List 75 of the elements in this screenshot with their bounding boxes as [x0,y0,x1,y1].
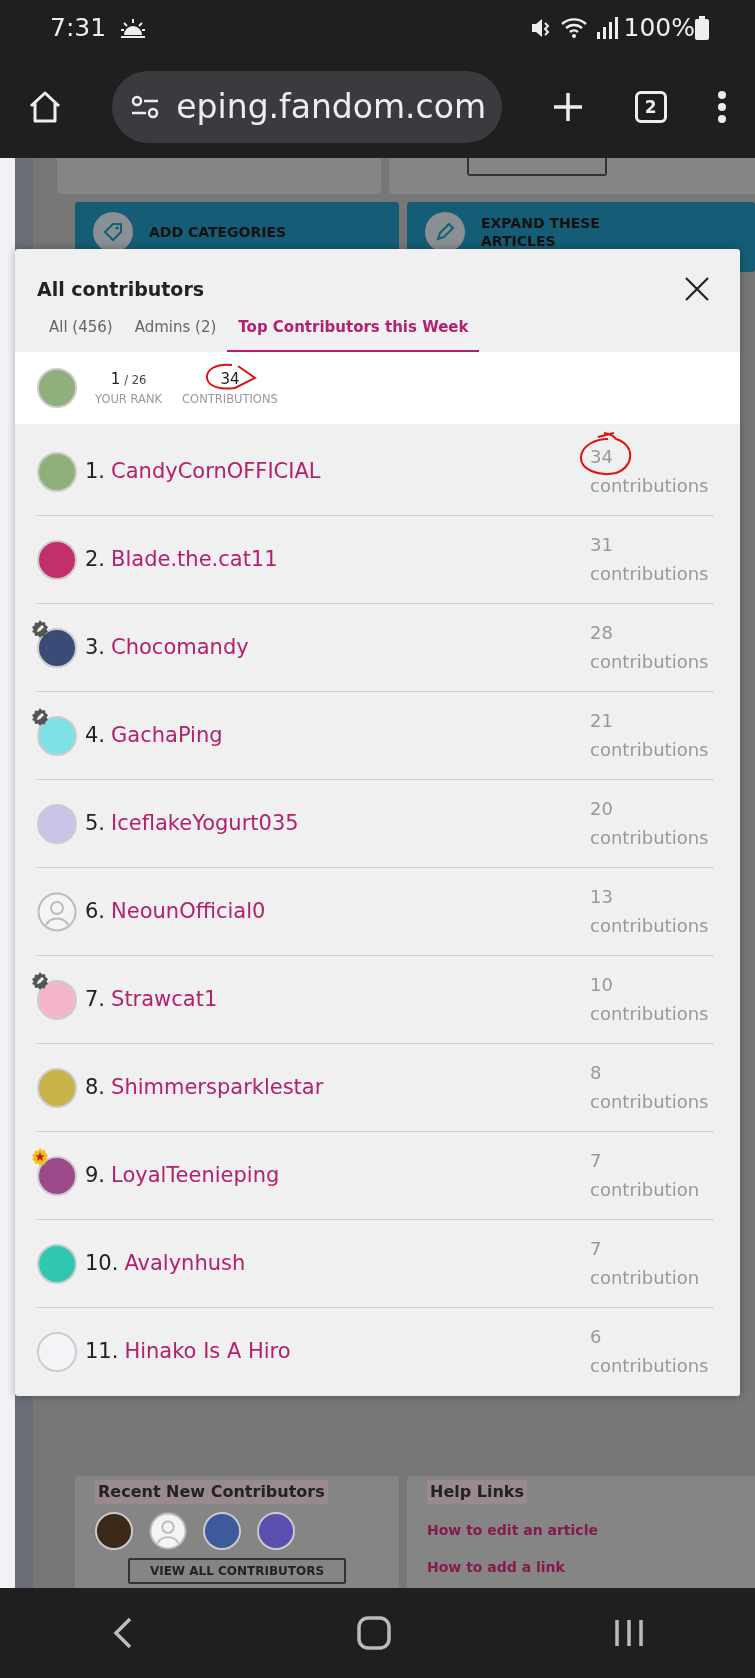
user-link[interactable]: LoyalTeenieping [111,1159,280,1192]
rank-number: 6. [85,897,106,925]
contribution-count: 10 [590,973,613,995]
user-link[interactable]: NeounOfficial0 [111,895,266,928]
modal-title: All contributors [37,277,205,302]
user-link[interactable]: IceflakeYogurt035 [111,807,299,840]
user-link[interactable]: Shimmersparklestar [111,1071,324,1104]
contributions-value: 34 [220,370,240,389]
contribution-count: 7 [590,1237,602,1259]
section-heading: Recent New Contributors [95,1480,328,1504]
contribution-count: 20 [590,797,613,819]
view-all-contributors-button[interactable]: VIEW ALL CONTRIBUTORS [127,1558,347,1584]
rank-number: 11. [85,1338,119,1366]
user-link[interactable]: CandyCornOFFICIAL [111,455,321,488]
more-menu-icon[interactable] [716,90,727,123]
battery-text: 100% [623,11,695,44]
rank-number: 4. [85,721,106,749]
tag-icon [101,220,125,244]
contribution-unit: contributions [590,737,709,762]
close-icon[interactable] [684,276,710,303]
contribution-unit: contribution [590,1177,700,1202]
battery-icon [695,15,709,40]
user-link[interactable]: GachaPing [111,719,223,752]
contribution-unit: contributions [590,473,709,498]
contribution-count: 34 [590,445,613,467]
contribution-unit: contributions [590,1089,709,1114]
contributions-label: CONTRIBUTIONS [182,391,278,409]
user-link[interactable]: Hinako Is A Hiro [124,1336,291,1368]
signal-icon [595,15,618,40]
user-link[interactable]: Chocomandy [111,631,249,664]
address-bar[interactable]: eping.fandom.com [112,70,503,143]
rank-number: 9. [85,1161,106,1189]
rank-number: 5. [85,809,106,837]
weather-icon [120,16,147,39]
contribution-count: 31 [590,533,613,555]
clock-text: 7:31 [50,11,107,44]
default-avatar-icon [149,1512,187,1550]
home-icon[interactable] [28,89,62,124]
contribution-count: 6 [590,1326,602,1348]
recent-apps-icon[interactable] [613,1618,644,1648]
tab[interactable]: Admins (2) [123,309,228,352]
new-tab-icon[interactable] [552,90,585,123]
tab[interactable]: All (456) [38,309,124,352]
tab-count-button[interactable]: 2 [634,90,667,123]
contribution-unit: contributions [590,1001,709,1026]
contribution-count: 28 [590,621,613,643]
rank-number: 10. [85,1249,119,1277]
rank-total: / 26 [124,372,147,390]
section-heading: Help Links [427,1480,527,1504]
user-link[interactable]: Avalynhush [124,1247,246,1280]
pencil-icon [433,220,457,244]
contribution-unit: contributions [590,561,709,586]
contribution-unit: contributions [590,1354,709,1378]
rank-number: 1. [85,457,106,485]
contribution-count: 7 [590,1149,602,1171]
user-link[interactable]: Blade.the.cat11 [111,543,278,576]
rank-number: 2. [85,545,106,573]
rank-number: 7. [85,985,106,1013]
site-settings-icon[interactable] [130,93,161,120]
back-icon[interactable] [111,1616,134,1650]
user-link[interactable]: Strawcat1 [111,983,218,1016]
rank-label: YOUR RANK [95,390,163,408]
contribution-count: 8 [590,1061,602,1083]
contribution-unit: contributions [590,649,709,674]
contribution-unit: contributions [590,825,709,850]
contribution-unit: contribution [590,1265,700,1290]
contribution-unit: contributions [590,913,709,938]
default-avatar-icon [37,891,77,932]
home-icon[interactable] [356,1616,391,1650]
rank-number: 8. [85,1073,106,1101]
url-text: eping.fandom.com [176,85,487,128]
contribution-count: 13 [590,885,613,907]
rank-number: 3. [85,633,106,661]
contribution-count: 21 [590,709,613,731]
rank-value: 1 [110,369,121,391]
